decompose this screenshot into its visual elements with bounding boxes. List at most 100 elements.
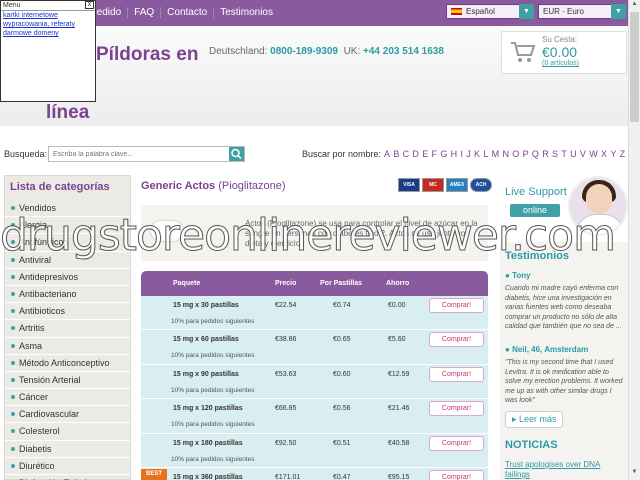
alpha-letter[interactable]: H: [451, 149, 458, 159]
alpha-letter[interactable]: Y: [610, 149, 616, 159]
buy-button[interactable]: Comprar!: [429, 332, 484, 348]
cart-items-link[interactable]: (0 artículos): [542, 60, 579, 67]
cell-pkg: 15 mg x 60 pastillas: [173, 336, 239, 344]
cart-widget[interactable]: Su Cesta: €0.00 (0 artículos): [501, 31, 627, 74]
chevron-down-icon[interactable]: ▼: [519, 4, 534, 19]
close-icon[interactable]: x: [85, 1, 94, 9]
alpha-letter[interactable]: W: [589, 149, 598, 159]
chevron-down-icon[interactable]: ▼: [611, 4, 626, 19]
sidebar-item[interactable]: Cáncer: [5, 389, 130, 407]
alphabet-index: ABCDEFGHIJKLMNOPQRSTUVWXYZ: [384, 149, 625, 159]
sidebar-title: Lista de categorías: [10, 181, 110, 193]
search-button[interactable]: [229, 147, 244, 161]
buy-button[interactable]: Comprar!: [429, 298, 484, 313]
site-logo[interactable]: Píldoras en: [96, 44, 198, 66]
sidebar-item[interactable]: Asma: [5, 338, 130, 355]
alpha-letter[interactable]: B: [393, 149, 399, 159]
sidebar-item[interactable]: Antibioticos: [5, 303, 130, 321]
cell-per: €0.56: [333, 405, 351, 413]
language-select[interactable]: Español ▼: [446, 4, 534, 19]
sidebar-item[interactable]: Antibacteriano: [5, 286, 130, 304]
buy-button[interactable]: Comprar!: [429, 435, 484, 451]
alpha-letter[interactable]: V: [580, 149, 586, 159]
buy-button[interactable]: Comprar!: [429, 366, 484, 382]
cell-price: €66.85: [275, 405, 297, 413]
cell-per: €0.60: [333, 370, 351, 378]
alpha-letter[interactable]: G: [440, 149, 447, 159]
sidebar-item[interactable]: Vendidos: [5, 200, 130, 218]
buy-button[interactable]: Comprar!: [429, 469, 484, 480]
cell-price: €22.54: [275, 302, 297, 309]
alpha-letter[interactable]: T: [561, 149, 567, 159]
alpha-letter[interactable]: I: [460, 149, 463, 159]
scroll-up-icon[interactable]: ▲: [630, 1, 639, 11]
sidebar-item[interactable]: Cardiovascular: [5, 406, 130, 424]
cart-icon: [511, 42, 536, 62]
sidebar-item[interactable]: Colesterol: [5, 423, 130, 441]
popup-link[interactable]: wypracowania, referaty: [1, 20, 95, 29]
support-agent-avatar: [568, 176, 628, 236]
category-sidebar: Lista de categorías Vendidos Alergia Antif…: [4, 175, 131, 480]
alpha-letter[interactable]: A: [384, 149, 390, 159]
sidebar-item[interactable]: Diabetis: [5, 441, 130, 458]
phone-numbers: Deutschland: 0800-189-9309 UK: +44 203 5…: [209, 46, 444, 57]
alpha-letter[interactable]: P: [523, 149, 529, 159]
alpha-letter[interactable]: U: [570, 149, 577, 159]
pill-image: [151, 221, 183, 241]
alpha-letter[interactable]: J: [466, 149, 471, 159]
alpha-letter[interactable]: R: [542, 149, 549, 159]
alpha-letter[interactable]: Z: [620, 149, 626, 159]
vertical-scrollbar[interactable]: ▲ ▼: [628, 0, 640, 480]
sidebar-item[interactable]: Artritis: [5, 320, 130, 338]
alpha-letter[interactable]: C: [403, 149, 410, 159]
price-table: Paquete Precio Por Pastillas Ahorro 15 m…: [141, 271, 488, 480]
alpha-letter[interactable]: F: [432, 149, 438, 159]
nav-testimonios[interactable]: Testimonios: [213, 7, 279, 18]
alpha-letter[interactable]: M: [492, 149, 500, 159]
scrollbar-thumb[interactable]: [630, 12, 639, 122]
cart-price: €0.00: [542, 44, 578, 60]
news-headline-link[interactable]: Trust apologises over DNA failings: [505, 460, 623, 480]
alpha-letter[interactable]: S: [552, 149, 558, 159]
sidebar-item[interactable]: Tensión Arterial: [5, 372, 130, 390]
product-description: Actos (Pioglitazone) se usa para control…: [245, 219, 478, 248]
sidebar-item[interactable]: Alergia: [5, 217, 130, 235]
live-support-title: Live Support: [505, 186, 567, 198]
cell-pkg: 15 mg x 30 pastillas: [173, 302, 239, 309]
product-description-box: Actos (Pioglitazone) se usa para control…: [141, 205, 488, 261]
cell-save: €95.15: [388, 473, 410, 480]
search-input[interactable]: [49, 147, 227, 161]
sidebar-item[interactable]: Antifúngicos: [5, 234, 130, 252]
buy-button[interactable]: Comprar!: [429, 401, 484, 417]
cell-pkg: 15 mg x 180 pastillas: [173, 439, 243, 447]
online-status-button[interactable]: online: [510, 204, 560, 217]
nav-faq[interactable]: FAQ: [127, 7, 160, 18]
col-header-por-pastillas: Por Pastillas: [320, 280, 363, 287]
nav-contacto[interactable]: Contacto: [160, 7, 213, 18]
cell-pkg: 15 mg x 120 pastillas: [173, 405, 243, 413]
read-more-button[interactable]: ▸ Leer más: [505, 411, 563, 428]
popup-link[interactable]: kartki internetowe: [1, 11, 95, 20]
sidebar-item[interactable]: Disfunción Eréctiva: [5, 475, 130, 480]
alpha-letter[interactable]: K: [474, 149, 480, 159]
sidebar-item[interactable]: Diurético: [5, 458, 130, 475]
site-logo-line2[interactable]: línea: [46, 102, 89, 124]
sidebar-item[interactable]: Antidepresivos: [5, 269, 130, 286]
currency-select[interactable]: EUR - Euro ▼: [538, 4, 626, 19]
cell-per: €0.74: [333, 302, 351, 309]
alpha-letter[interactable]: N: [502, 149, 509, 159]
alpha-letter[interactable]: O: [512, 149, 519, 159]
alpha-letter[interactable]: X: [601, 149, 607, 159]
popup-link[interactable]: darmowe domeny: [1, 29, 95, 38]
table-row: 15 mg x 180 pastillas €92.50 €0.51 €40.58 10…: [141, 433, 488, 468]
scroll-down-icon[interactable]: ▼: [630, 469, 639, 479]
alpha-letter[interactable]: Q: [532, 149, 539, 159]
cart-title: Su Cesta:: [542, 35, 578, 44]
row-discount-note: 10% para pedidos siguientes: [171, 421, 255, 429]
sidebar-item[interactable]: Antiviral: [5, 252, 130, 269]
alpha-letter[interactable]: D: [412, 149, 419, 159]
sidebar-item[interactable]: Método Anticonceptivo: [5, 355, 130, 372]
alpha-letter[interactable]: E: [422, 149, 428, 159]
cell-save: €21.46: [388, 405, 410, 413]
alpha-letter[interactable]: L: [483, 149, 488, 159]
